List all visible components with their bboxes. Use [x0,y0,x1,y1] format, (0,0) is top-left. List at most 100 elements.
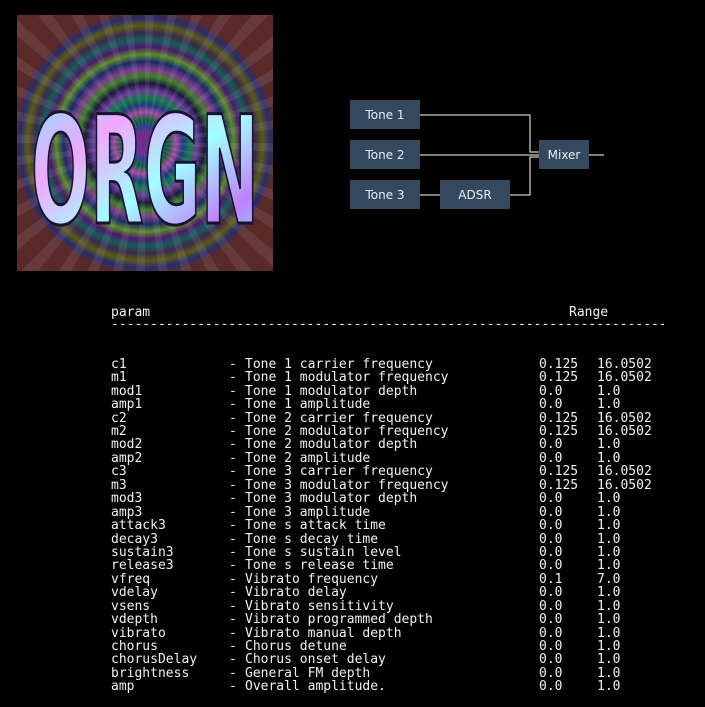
table-row: amp1 - Tone 1 amplitude 0.0 1.0 [111,397,667,413]
separator-dash: - [229,477,237,493]
table-row: vdelay - Vibrato delay 0.0 1.0 [111,585,667,601]
table-row: attack3 - Tone s attack time 0.0 1.0 [111,518,667,534]
param-name: vdepth [111,612,158,628]
range-max: 1.0 [597,397,621,413]
separator-dash: - [229,612,237,628]
range-min: 0.0 [539,558,563,574]
param-name: amp [111,679,135,695]
connector-adsr-mixer [510,156,539,196]
range-min: 0.0 [539,397,563,413]
param-description: Tone 1 amplitude [245,397,371,413]
table-row: mod2 - Tone 2 modulator depth 0.0 1.0 [111,437,667,453]
range-min: 0.0 [539,585,563,601]
range-min: 0.125 [539,477,579,493]
param-description: Vibrato sensitivity [245,598,394,614]
table-row: amp3 - Tone 3 amplitude 0.0 1.0 [111,504,667,520]
param-description: Chorus detune [245,639,347,654]
separator-dash: - [229,639,237,654]
param-name: c2 [111,410,127,426]
param-name: mod3 [111,491,143,507]
param-name: amp3 [111,504,143,520]
range-max: 1.0 [597,450,621,466]
range-min: 0.0 [539,544,563,560]
range-min: 0.0 [539,518,563,534]
separator-dash: - [229,665,237,681]
range-min: 0.125 [539,410,579,426]
range-max: 16.0502 [597,477,652,493]
range-min: 0.125 [539,424,579,439]
range-min: 0.0 [539,598,563,614]
range-min: 0.125 [539,464,579,480]
table-body: c1- Tone 1 carrier frequency 0.125 16.0502 m… [111,356,667,695]
table-row: chorusDelay - Chorus onset delay 0.0 1.0 [111,652,667,668]
range-max: 1.0 [597,598,621,614]
separator-dash: - [229,585,237,601]
range-min: 0.0 [539,383,563,399]
param-description: Vibrato programmed depth [245,612,433,628]
param-name: m2 [111,424,127,439]
node-mixer: Mixer [539,140,589,169]
separator-dash: - [229,356,237,372]
range-max: 1.0 [597,639,621,654]
table-row: chorus - Chorus detune 0.0 1.0 [111,639,667,654]
param-name: chorusDelay [111,652,198,668]
table-row: amp2 - Tone 2 amplitude 0.0 1.0 [111,450,667,466]
range-max: 16.0502 [597,464,652,480]
table-row: amp - Overall amplitude. 0.0 1.0 [111,679,667,695]
param-description: Tone 3 carrier frequency [245,464,433,480]
table-row: vibrato - Vibrato manual depth 0.0 1.0 [111,625,667,641]
param-description: Overall amplitude. [245,679,386,695]
range-max: 1.0 [597,383,621,399]
param-description: Tone 1 modulator frequency [245,370,449,386]
separator-dash: - [229,491,237,507]
range-min: 0.125 [539,356,579,372]
range-min: 0.0 [539,437,563,453]
param-name: sustain3 [111,544,174,560]
table-row: mod1 - Tone 1 modulator depth 0.0 1.0 [111,383,667,399]
param-description: Tone 3 amplitude [245,504,371,520]
param-name: chorus [111,639,158,654]
logo-text: ORGN [31,85,259,241]
logo-wordmark: ORGN [30,84,261,242]
param-description: Tone 1 modulator depth [245,383,418,399]
range-min: 0.0 [539,652,563,668]
separator-dash: - [229,571,237,587]
param-name: vsens [111,598,151,614]
table-row: sustain3 - Tone s sustain level 0.0 1.0 [111,544,667,560]
range-max: 16.0502 [597,356,652,372]
param-name: release3 [111,558,174,574]
range-min: 0.0 [539,531,563,547]
table-row: m1 - Tone 1 modulator frequency 0.125 16.050… [111,370,667,386]
param-description: Tone s sustain level [245,544,402,560]
param-description: Tone 2 carrier frequency [245,410,433,426]
range-max: 1.0 [597,491,621,507]
range-min: 0.125 [539,370,579,386]
param-description: Tone 2 modulator frequency [245,424,449,439]
param-name: amp1 [111,397,143,413]
separator-dash: - [229,410,237,426]
range-min: 0.0 [539,679,563,695]
separator-dash: - [229,397,237,413]
param-name: vfreq [111,571,151,587]
range-max: 1.0 [597,585,621,601]
param-description: Tone 2 amplitude [245,450,371,466]
param-description: Tone s decay time [245,531,379,547]
param-description: Tone s attack time [245,518,386,534]
table-row: c3 - Tone 3 carrier frequency 0.125 16.0502 [111,464,667,480]
table-header: param Range ----------------------------… [111,304,667,331]
table-row: decay3 - Tone s decay time 0.0 1.0 [111,531,667,547]
param-name: mod1 [111,383,143,399]
param-name: brightness [111,665,190,681]
table-row: vsens - Vibrato sensitivity 0.0 1.0 [111,598,667,614]
range-min: 0.0 [539,639,563,654]
table-row: m3 - Tone 3 modulator frequency 0.125 16.050… [111,477,667,493]
range-max: 16.0502 [597,410,652,426]
separator-dash: - [229,518,237,534]
range-max: 1.0 [597,531,621,547]
param-description: Tone 3 modulator frequency [245,477,449,493]
separator-dash: - [229,424,237,439]
separator-dash: - [229,544,237,560]
separator-dash: - [229,598,237,614]
range-max: 1.0 [597,625,621,641]
separator-dash: - [229,437,237,453]
